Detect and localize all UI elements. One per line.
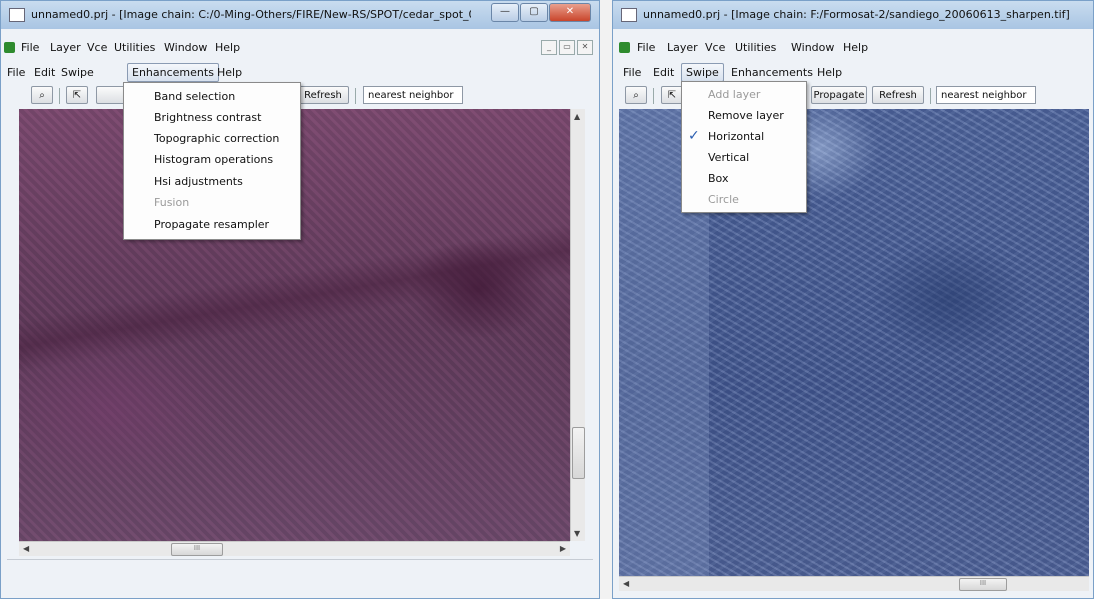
- submenu-enhancements[interactable]: Enhancements: [127, 63, 219, 82]
- submenu-help[interactable]: Help: [817, 66, 842, 79]
- toolbar-separator: [355, 88, 356, 104]
- app-icon: [621, 8, 637, 22]
- menu-item-add-layer: Add layer: [708, 88, 761, 101]
- resampler-select[interactable]: nearest neighbor ▾: [936, 86, 1036, 118]
- menu-item-propagate-resampler[interactable]: Propagate resampler: [124, 214, 300, 235]
- menu-utilities[interactable]: Utilities: [114, 41, 155, 54]
- menu-item-band-selection[interactable]: Band selection: [124, 86, 300, 107]
- pan-icon[interactable]: ⇱: [661, 86, 683, 104]
- left-application-window: unnamed0.prj - [Image chain: C:/0-Ming-O…: [0, 0, 600, 599]
- menu-item-box[interactable]: Box: [682, 168, 806, 189]
- zoom-icon[interactable]: ⌕: [625, 86, 647, 104]
- menu-help[interactable]: Help: [215, 41, 240, 54]
- resampler-value: nearest neighbor: [941, 90, 1027, 101]
- menu-item-circle: Circle: [708, 193, 739, 206]
- app-icon: [9, 8, 25, 22]
- propagate-button[interactable]: Propagate: [811, 86, 867, 104]
- pan-icon[interactable]: ⇱: [66, 86, 88, 104]
- toolbar-separator: [653, 88, 654, 104]
- document-menu-bar: File Edit Swipe Enhancements Help: [613, 63, 1093, 83]
- checkmark-icon: ✓: [688, 128, 700, 144]
- menu-layer[interactable]: Layer: [50, 41, 81, 54]
- scroll-left-icon[interactable]: ◀: [23, 544, 29, 553]
- status-bar: [7, 559, 593, 594]
- horizontal-scrollbar[interactable]: ◀ III ▶: [19, 541, 570, 556]
- menu-window[interactable]: Window: [164, 41, 207, 54]
- submenu-edit[interactable]: Edit: [34, 66, 55, 79]
- scroll-right-icon[interactable]: ▶: [560, 544, 566, 553]
- horizontal-scroll-thumb[interactable]: III: [959, 578, 1007, 591]
- submenu-edit[interactable]: Edit: [653, 66, 674, 79]
- submenu-help[interactable]: Help: [217, 66, 242, 79]
- menu-item-remove-layer[interactable]: Remove layer: [682, 105, 806, 126]
- submenu-file[interactable]: File: [7, 66, 25, 79]
- submenu-swipe[interactable]: Swipe: [61, 66, 94, 79]
- zoom-icon[interactable]: ⌕: [31, 86, 53, 104]
- window-title: unnamed0.prj - [Image chain: C:/0-Ming-O…: [31, 8, 471, 21]
- menu-item-fusion: Fusion: [154, 196, 190, 209]
- scroll-left-icon[interactable]: ◀: [623, 579, 629, 588]
- swipe-dropdown: Add layer Remove layer ✓ Horizontal Vert…: [681, 81, 807, 213]
- resampler-value: nearest neighbor: [368, 90, 454, 101]
- submenu-swipe[interactable]: Swipe: [681, 63, 724, 82]
- menu-utilities[interactable]: Utilities: [735, 41, 776, 54]
- mdi-document-icon: [619, 42, 630, 53]
- main-menu-bar: File Layer Vce Utilities Window Help: [613, 38, 1093, 59]
- mdi-close-icon[interactable]: ✕: [577, 40, 593, 55]
- horizontal-scrollbar[interactable]: ◀ III: [619, 576, 1089, 591]
- horizontal-scroll-thumb[interactable]: III: [171, 543, 223, 556]
- menu-vce[interactable]: Vce: [705, 41, 725, 54]
- scroll-up-icon[interactable]: ▲: [574, 112, 580, 121]
- scroll-down-icon[interactable]: ▼: [574, 529, 580, 538]
- maximize-icon[interactable]: ▢: [520, 3, 548, 22]
- title-bar[interactable]: unnamed0.prj - [Image chain: C:/0-Ming-O…: [1, 1, 599, 29]
- vertical-scroll-thumb[interactable]: [572, 427, 585, 479]
- menu-item-horizontal[interactable]: ✓ Horizontal: [682, 126, 806, 147]
- resampler-select[interactable]: nearest neighbor ▾: [363, 86, 463, 118]
- document-menu-bar: File Edit Swipe Enhancements Help: [1, 63, 599, 83]
- main-menu-bar: File Layer Vce Utilities Window Help: [1, 38, 599, 59]
- refresh-button[interactable]: Refresh: [872, 86, 924, 104]
- enhancements-dropdown: Band selection Brightness contrast Topog…: [123, 82, 301, 240]
- menu-help[interactable]: Help: [843, 41, 868, 54]
- right-application-window: unnamed0.prj - [Image chain: F:/Formosat…: [612, 0, 1094, 599]
- toolbar-button[interactable]: [96, 86, 126, 104]
- menu-item-vertical[interactable]: Vertical: [682, 147, 806, 168]
- menu-window[interactable]: Window: [791, 41, 834, 54]
- window-title: unnamed0.prj - [Image chain: F:/Formosat…: [643, 8, 1070, 21]
- title-bar[interactable]: unnamed0.prj - [Image chain: F:/Formosat…: [613, 1, 1093, 29]
- menu-vce[interactable]: Vce: [87, 41, 107, 54]
- menu-layer[interactable]: Layer: [667, 41, 698, 54]
- mdi-restore-icon[interactable]: ▭: [559, 40, 575, 55]
- menu-item-hsi-adjustments[interactable]: Hsi adjustments: [124, 171, 300, 192]
- close-icon[interactable]: ✕: [549, 3, 591, 22]
- toolbar-separator: [59, 88, 60, 104]
- menu-item-histogram-operations[interactable]: Histogram operations: [124, 149, 300, 170]
- mdi-document-icon: [4, 42, 15, 53]
- refresh-button[interactable]: Refresh: [297, 86, 349, 104]
- minimize-icon[interactable]: —: [491, 3, 519, 22]
- submenu-file[interactable]: File: [623, 66, 641, 79]
- menu-item-label: Horizontal: [708, 130, 765, 143]
- menu-item-topographic-correction[interactable]: Topographic correction: [124, 128, 300, 149]
- submenu-enhancements[interactable]: Enhancements: [731, 66, 813, 79]
- menu-file[interactable]: File: [637, 41, 655, 54]
- menu-file[interactable]: File: [21, 41, 39, 54]
- mdi-minimize-icon[interactable]: _: [541, 40, 557, 55]
- toolbar-separator: [930, 88, 931, 104]
- vertical-scrollbar[interactable]: ▲ ▼: [570, 109, 585, 541]
- menu-item-brightness-contrast[interactable]: Brightness contrast: [124, 107, 300, 128]
